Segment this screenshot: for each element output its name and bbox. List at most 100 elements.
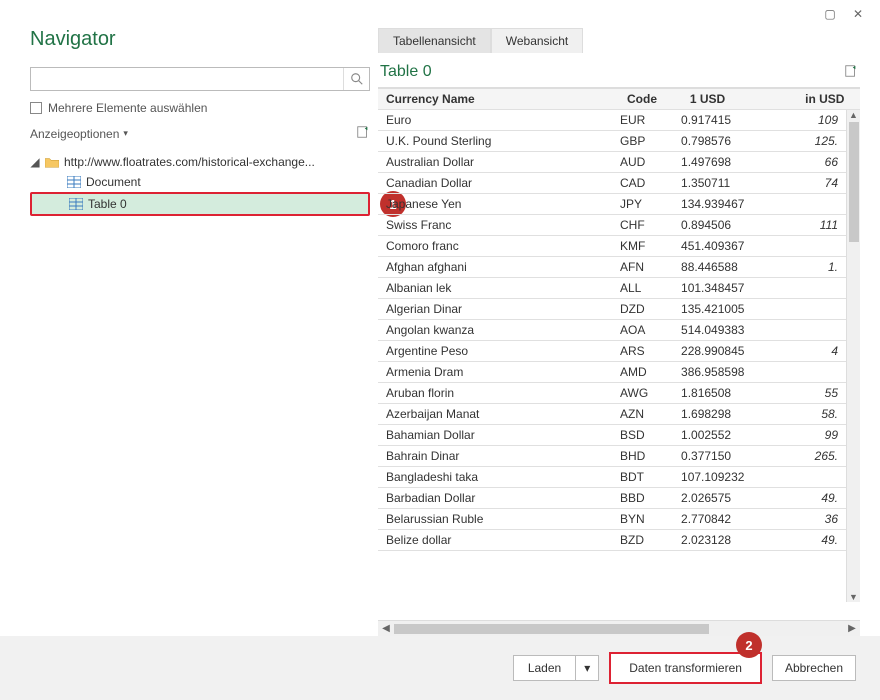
table-cell: DZD [612,299,673,320]
table-row[interactable]: EuroEUR0.917415109 [378,110,846,131]
table-row[interactable]: Aruban florinAWG1.81650855 [378,383,846,404]
tab-web-view[interactable]: Webansicht [491,28,583,53]
title-bar: ▢ ✕ [0,0,880,28]
table-cell: 0.377150 [673,446,785,467]
search-input[interactable] [31,68,343,90]
table-cell: 135.421005 [673,299,785,320]
table-cell: 2.770842 [673,509,785,530]
table-cell: AWG [612,383,673,404]
table-cell: 107.109232 [673,467,785,488]
checkbox-icon[interactable] [30,102,42,114]
table-cell: 2.026575 [673,488,785,509]
table-cell: 99 [785,425,846,446]
navigator-panel: Navigator Mehrere Elemente auswählen Anz… [30,28,370,636]
table-cell: 4 [785,341,846,362]
close-icon[interactable]: ✕ [848,6,868,22]
table-row[interactable]: Belize dollarBZD2.02312849. [378,530,846,551]
table-cell: BBD [612,488,673,509]
scroll-thumb[interactable] [394,624,709,634]
folder-icon [44,155,60,169]
refresh-icon[interactable] [356,125,370,142]
table-cell: Comoro franc [378,236,612,257]
table-row[interactable]: Barbadian DollarBBD2.02657549. [378,488,846,509]
table-row[interactable]: Armenia DramAMD386.958598 [378,362,846,383]
table-cell: 265. [785,446,846,467]
multi-select-option[interactable]: Mehrere Elemente auswählen [30,101,370,115]
table-cell: BZD [612,530,673,551]
table-row[interactable]: Bahrain DinarBHD0.377150265. [378,446,846,467]
table-cell: EUR [612,110,673,131]
table-cell: CHF [612,215,673,236]
col-header[interactable]: Currency Name [378,89,619,110]
table-cell: 125. [785,131,846,152]
tab-table-view[interactable]: Tabellenansicht [378,28,491,53]
table-cell: Aruban florin [378,383,612,404]
table-row[interactable]: Japanese YenJPY134.939467 [378,194,846,215]
tree-table-label: Table 0 [88,197,127,211]
table-row[interactable]: Argentine PesoARS228.9908454 [378,341,846,362]
table-row[interactable]: Albanian lekALL101.348457 [378,278,846,299]
table-cell: 66 [785,152,846,173]
table-cell: Bahamian Dollar [378,425,612,446]
navigator-title: Navigator [30,28,370,51]
transform-data-button[interactable]: Daten transformieren [609,652,762,684]
chevron-down-icon: ▾ [123,128,128,139]
load-button-caret[interactable]: ▾ [575,655,599,681]
data-table: Currency Name Code 1 USD in USD [378,88,860,110]
table-cell: U.K. Pound Sterling [378,131,612,152]
table-cell: 451.409367 [673,236,785,257]
export-icon[interactable] [844,64,858,81]
table-cell: BDT [612,467,673,488]
table-row[interactable]: Belarussian RubleBYN2.77084236 [378,509,846,530]
table-cell: AMD [612,362,673,383]
col-header[interactable]: Code [619,89,682,110]
table-cell: ARS [612,341,673,362]
load-button-label[interactable]: Laden [513,655,575,681]
table-cell [785,194,846,215]
load-button[interactable]: Laden ▾ [513,655,599,681]
table-cell: Swiss Franc [378,215,612,236]
table-row[interactable]: Australian DollarAUD1.49769866 [378,152,846,173]
display-options-dropdown[interactable]: Anzeigeoptionen ▾ [30,127,128,141]
tree-item-document[interactable]: Document [30,172,370,192]
table-cell: 101.348457 [673,278,785,299]
table-row[interactable]: Bangladeshi takaBDT107.109232 [378,467,846,488]
table-row[interactable]: Swiss FrancCHF0.894506111 [378,215,846,236]
restore-icon[interactable]: ▢ [820,6,840,22]
table-row[interactable]: Azerbaijan ManatAZN1.69829858. [378,404,846,425]
display-options-label: Anzeigeoptionen [30,127,119,141]
table-row[interactable]: Canadian DollarCAD1.35071174 [378,173,846,194]
table-cell: Azerbaijan Manat [378,404,612,425]
cancel-button[interactable]: Abbrechen [772,655,856,681]
horizontal-scrollbar[interactable]: ◀ ▶ [378,620,860,636]
table-row[interactable]: Angolan kwanzaAOA514.049383 [378,320,846,341]
tree-item-source-url[interactable]: ◢ http://www.floatrates.com/historical-e… [30,152,370,172]
table-cell: 1.698298 [673,404,785,425]
table-cell: Armenia Dram [378,362,612,383]
table-cell: 74 [785,173,846,194]
table-row[interactable]: U.K. Pound SterlingGBP0.798576125. [378,131,846,152]
scroll-thumb[interactable] [849,122,859,242]
vertical-scrollbar[interactable]: ▲ ▼ [846,110,860,602]
table-row[interactable]: Bahamian DollarBSD1.00255299 [378,425,846,446]
table-cell: 36 [785,509,846,530]
table-cell [785,320,846,341]
tree-item-table0[interactable]: Table 0 [30,192,370,216]
tree-document-label: Document [86,175,141,189]
table-cell: Angolan kwanza [378,320,612,341]
table-cell: Belize dollar [378,530,612,551]
col-header[interactable]: in USD [797,89,860,110]
table-cell: Bahrain Dinar [378,446,612,467]
table-cell: 111 [785,215,846,236]
table-cell: AUD [612,152,673,173]
table-cell: Canadian Dollar [378,173,612,194]
table-cell: Japanese Yen [378,194,612,215]
table-cell: 228.990845 [673,341,785,362]
col-header[interactable]: 1 USD [682,89,797,110]
search-icon[interactable] [343,68,369,90]
table-cell: 514.049383 [673,320,785,341]
table-row[interactable]: Afghan afghaniAFN88.4465881. [378,257,846,278]
grid-icon [66,175,82,189]
table-row[interactable]: Comoro francKMF451.409367 [378,236,846,257]
table-row[interactable]: Algerian DinarDZD135.421005 [378,299,846,320]
